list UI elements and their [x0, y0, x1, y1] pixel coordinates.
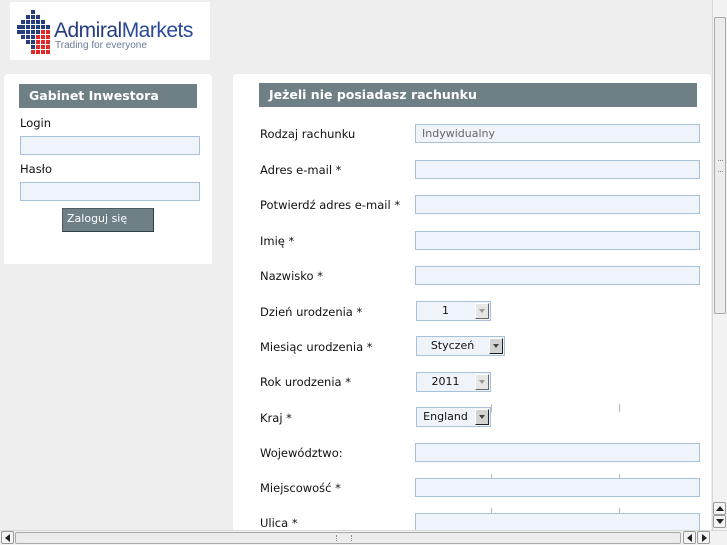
- registration-panel-title: Jeżeli nie posiadasz rachunku: [259, 83, 697, 107]
- scroll-left-icon[interactable]: [1, 531, 14, 544]
- login-label: Login: [20, 116, 52, 130]
- password-label: Hasło: [20, 162, 52, 176]
- brand-tagline: Trading for everyone: [55, 40, 147, 51]
- email-confirm-label: Potwierdź adres e-mail *: [260, 198, 401, 212]
- email-label: Adres e-mail *: [260, 163, 342, 177]
- chevron-down-icon[interactable]: [475, 374, 489, 390]
- vertical-scrollbar-thumb[interactable]: [714, 17, 726, 314]
- scroll-down-icon[interactable]: [713, 515, 726, 528]
- grip-icon: [718, 160, 723, 172]
- grip-icon: [336, 535, 352, 541]
- birth-month-label: Miesiąc urodzenia *: [260, 340, 373, 354]
- brand-name-part2: Markets: [121, 19, 194, 42]
- birth-year-value: 2011: [431, 375, 460, 388]
- account-type-label: Rodzaj rachunku: [260, 127, 356, 141]
- birth-month-value: Styczeń: [430, 339, 475, 352]
- chevron-down-icon[interactable]: [475, 409, 489, 425]
- scroll-left-icon[interactable]: [683, 531, 696, 544]
- birth-year-select[interactable]: 2011: [416, 372, 491, 392]
- divider: [491, 404, 492, 412]
- account-type-field[interactable]: Indywidualny: [415, 124, 700, 143]
- logo-mosaic-icon: [17, 10, 50, 54]
- registration-panel: Jeżeli nie posiadasz rachunku Rodzaj rac…: [233, 74, 711, 534]
- province-input[interactable]: [415, 443, 700, 462]
- chevron-down-icon[interactable]: [475, 303, 489, 319]
- brand-name: AdmiralMarkets: [54, 20, 193, 41]
- scroll-up-icon[interactable]: [713, 502, 726, 515]
- email-confirm-input[interactable]: [415, 195, 700, 214]
- city-input[interactable]: [415, 478, 700, 497]
- login-panel: Gabinet Inwestora Login Hasło Zaloguj si…: [4, 74, 212, 264]
- country-value: England: [423, 410, 468, 423]
- divider: [619, 404, 620, 412]
- horizontal-scrollbar[interactable]: [0, 530, 727, 545]
- birth-day-label: Dzień urodzenia *: [260, 305, 363, 319]
- birth-year-label: Rok urodzenia *: [260, 375, 351, 389]
- province-label: Województwo:: [260, 446, 343, 460]
- password-input[interactable]: [20, 182, 200, 201]
- country-label: Kraj *: [260, 411, 292, 425]
- chevron-down-icon[interactable]: [489, 338, 503, 354]
- country-select[interactable]: England: [416, 407, 491, 427]
- city-label: Miejscowość *: [260, 481, 341, 495]
- birth-day-value: 1: [442, 304, 449, 317]
- first-name-input[interactable]: [415, 231, 700, 250]
- login-button[interactable]: Zaloguj się: [62, 208, 154, 232]
- vertical-scrollbar[interactable]: [712, 0, 727, 530]
- birth-month-select[interactable]: Styczeń: [416, 336, 505, 356]
- last-name-input[interactable]: [415, 266, 700, 285]
- scroll-right-icon[interactable]: [697, 531, 710, 544]
- birth-day-select[interactable]: 1: [416, 301, 491, 321]
- email-input[interactable]: [415, 160, 700, 179]
- login-panel-title: Gabinet Inwestora: [19, 84, 197, 108]
- login-input[interactable]: [20, 136, 200, 155]
- brand-name-part1: Admiral: [54, 19, 122, 42]
- street-label: Ulica *: [260, 516, 298, 530]
- first-name-label: Imię *: [260, 234, 295, 248]
- logo[interactable]: AdmiralMarkets Trading for everyone: [10, 2, 210, 60]
- last-name-label: Nazwisko *: [260, 269, 323, 283]
- horizontal-scrollbar-thumb[interactable]: [15, 532, 681, 544]
